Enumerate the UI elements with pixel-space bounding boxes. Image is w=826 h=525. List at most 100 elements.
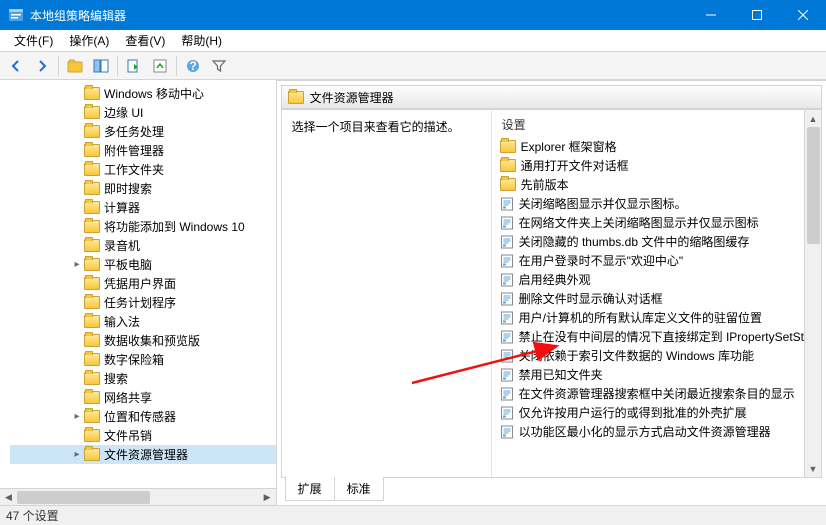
minimize-button[interactable] [688,0,734,30]
tree-item[interactable]: 网络共享 [10,388,276,407]
tree-item-label: 多任务处理 [104,123,164,140]
tab-standard[interactable]: 标准 [334,477,384,501]
tree-item[interactable]: 多任务处理 [10,122,276,141]
menu-action[interactable]: 操作(A) [61,30,117,51]
menu-file[interactable]: 文件(F) [6,30,61,51]
menu-view[interactable]: 查看(V) [117,30,173,51]
list-item-policy[interactable]: 在用户登录时不显示"欢迎中心" [500,251,804,270]
expand-icon[interactable]: ▸ [70,259,84,270]
folder-icon [288,91,304,104]
list-item-policy[interactable]: 在网络文件夹上关闭缩略图显示并仅显示图标 [500,213,804,232]
tree-item[interactable]: 输入法 [10,312,276,331]
list-item-label: 禁用已知文件夹 [519,366,603,383]
tree-item[interactable]: 边缘 UI [10,103,276,122]
list-item-policy[interactable]: 关闭依赖于索引文件数据的 Windows 库功能 [500,346,804,365]
tree-item[interactable]: 计算器 [10,198,276,217]
list-item-policy[interactable]: 禁止在没有中间层的情况下直接绑定到 IPropertySetSt [500,327,804,346]
list-item-folder[interactable]: Explorer 框架窗格 [500,137,804,156]
tree-item[interactable]: 录音机 [10,236,276,255]
tree-item[interactable]: 搜索 [10,369,276,388]
list-item-policy[interactable]: 删除文件时显示确认对话框 [500,289,804,308]
status-text: 47 个设置 [6,507,59,524]
list-item-label: 用户/计算机的所有默认库定义文件的驻留位置 [519,309,762,326]
folder-icon [84,201,100,214]
tree-item[interactable]: Windows 移动中心 [10,84,276,103]
list-item-label: 启用经典外观 [519,271,591,288]
tree-item[interactable]: 工作文件夹 [10,160,276,179]
list-item-label: 关闭缩略图显示并仅显示图标。 [519,195,687,212]
list-item-policy[interactable]: 仅允许按用户运行的或得到批准的外壳扩展 [500,403,804,422]
list-item-policy[interactable]: 禁用已知文件夹 [500,365,804,384]
toolbar: ? [0,52,826,80]
toolbar-separator [117,56,118,76]
tree-item[interactable]: 任务计划程序 [10,293,276,312]
svg-text:?: ? [189,59,196,73]
tree-item[interactable]: 将功能添加到 Windows 10 [10,217,276,236]
tab-extended[interactable]: 扩展 [285,476,335,501]
folder-icon [84,391,100,404]
tree-item-label: 文件吊销 [104,427,152,444]
list-item-folder[interactable]: 先前版本 [500,175,804,194]
tree-item-label: 附件管理器 [104,142,164,159]
tree-item[interactable]: 附件管理器 [10,141,276,160]
tool-folder-button[interactable] [63,54,87,78]
folder-icon [84,353,100,366]
list-item-policy[interactable]: 在文件资源管理器搜索框中关闭最近搜索条目的显示 [500,384,804,403]
tree-item[interactable]: ▸文件资源管理器 [10,445,276,464]
details-title: 文件资源管理器 [310,89,394,106]
tool-export-button[interactable] [122,54,146,78]
tree-item-label: 即时搜索 [104,180,152,197]
tree-item[interactable]: ▸平板电脑 [10,255,276,274]
tree-hscrollbar[interactable]: ◀ ▶ [0,488,276,505]
list-item-policy[interactable]: 关闭隐藏的 thumbs.db 文件中的缩略图缓存 [500,232,804,251]
list-vscrollbar[interactable]: ▲ ▼ [804,110,821,477]
toolbar-separator [58,56,59,76]
tool-showhide-button[interactable] [89,54,113,78]
folder-icon [500,159,516,172]
tree-item[interactable]: 即时搜索 [10,179,276,198]
list-item-label: 仅允许按用户运行的或得到批准的外壳扩展 [519,404,747,421]
list-item-policy[interactable]: 用户/计算机的所有默认库定义文件的驻留位置 [500,308,804,327]
folder-icon [84,277,100,290]
list-item-label: 在用户登录时不显示"欢迎中心" [519,252,684,269]
body: Windows 移动中心边缘 UI多任务处理附件管理器工作文件夹即时搜索计算器将… [0,80,826,505]
tool-filter-button[interactable] [207,54,231,78]
tree-item[interactable]: ▸位置和传感器 [10,407,276,426]
folder-icon [84,429,100,442]
list-item-label: 以功能区最小化的显示方式启动文件资源管理器 [519,423,771,440]
maximize-button[interactable] [734,0,780,30]
nav-back-button[interactable] [4,54,28,78]
tree-item-label: 输入法 [104,313,140,330]
close-button[interactable] [780,0,826,30]
policy-icon [500,235,514,249]
list-item-policy[interactable]: 启用经典外观 [500,270,804,289]
tree-item[interactable]: 凭据用户界面 [10,274,276,293]
tool-refresh-button[interactable] [148,54,172,78]
details-header: 文件资源管理器 [281,85,822,109]
tree-item[interactable]: 数字保险箱 [10,350,276,369]
policy-icon [500,216,514,230]
folder-icon [84,182,100,195]
folder-icon [84,163,100,176]
list-item-policy[interactable]: 以功能区最小化的显示方式启动文件资源管理器 [500,422,804,441]
statusbar: 47 个设置 [0,505,826,525]
nav-forward-button[interactable] [30,54,54,78]
toolbar-separator [176,56,177,76]
list-item-label: 先前版本 [521,176,569,193]
policy-icon [500,387,514,401]
list-item-policy[interactable]: 关闭缩略图显示并仅显示图标。 [500,194,804,213]
menu-help[interactable]: 帮助(H) [173,30,230,51]
list-item-label: 关闭隐藏的 thumbs.db 文件中的缩略图缓存 [519,233,750,250]
tool-help-button[interactable]: ? [181,54,205,78]
list-item-folder[interactable]: 通用打开文件对话框 [500,156,804,175]
folder-icon [84,258,100,271]
expand-icon[interactable]: ▸ [70,449,84,460]
column-header-setting[interactable]: 设置 [492,110,804,137]
tree-item-label: 录音机 [104,237,140,254]
folder-icon [500,178,516,191]
settings-list: 设置 Explorer 框架窗格通用打开文件对话框先前版本关闭缩略图显示并仅显示… [492,110,804,477]
expand-icon[interactable]: ▸ [70,411,84,422]
list-item-label: 在文件资源管理器搜索框中关闭最近搜索条目的显示 [519,385,795,402]
tree-item[interactable]: 文件吊销 [10,426,276,445]
tree-item[interactable]: 数据收集和预览版 [10,331,276,350]
